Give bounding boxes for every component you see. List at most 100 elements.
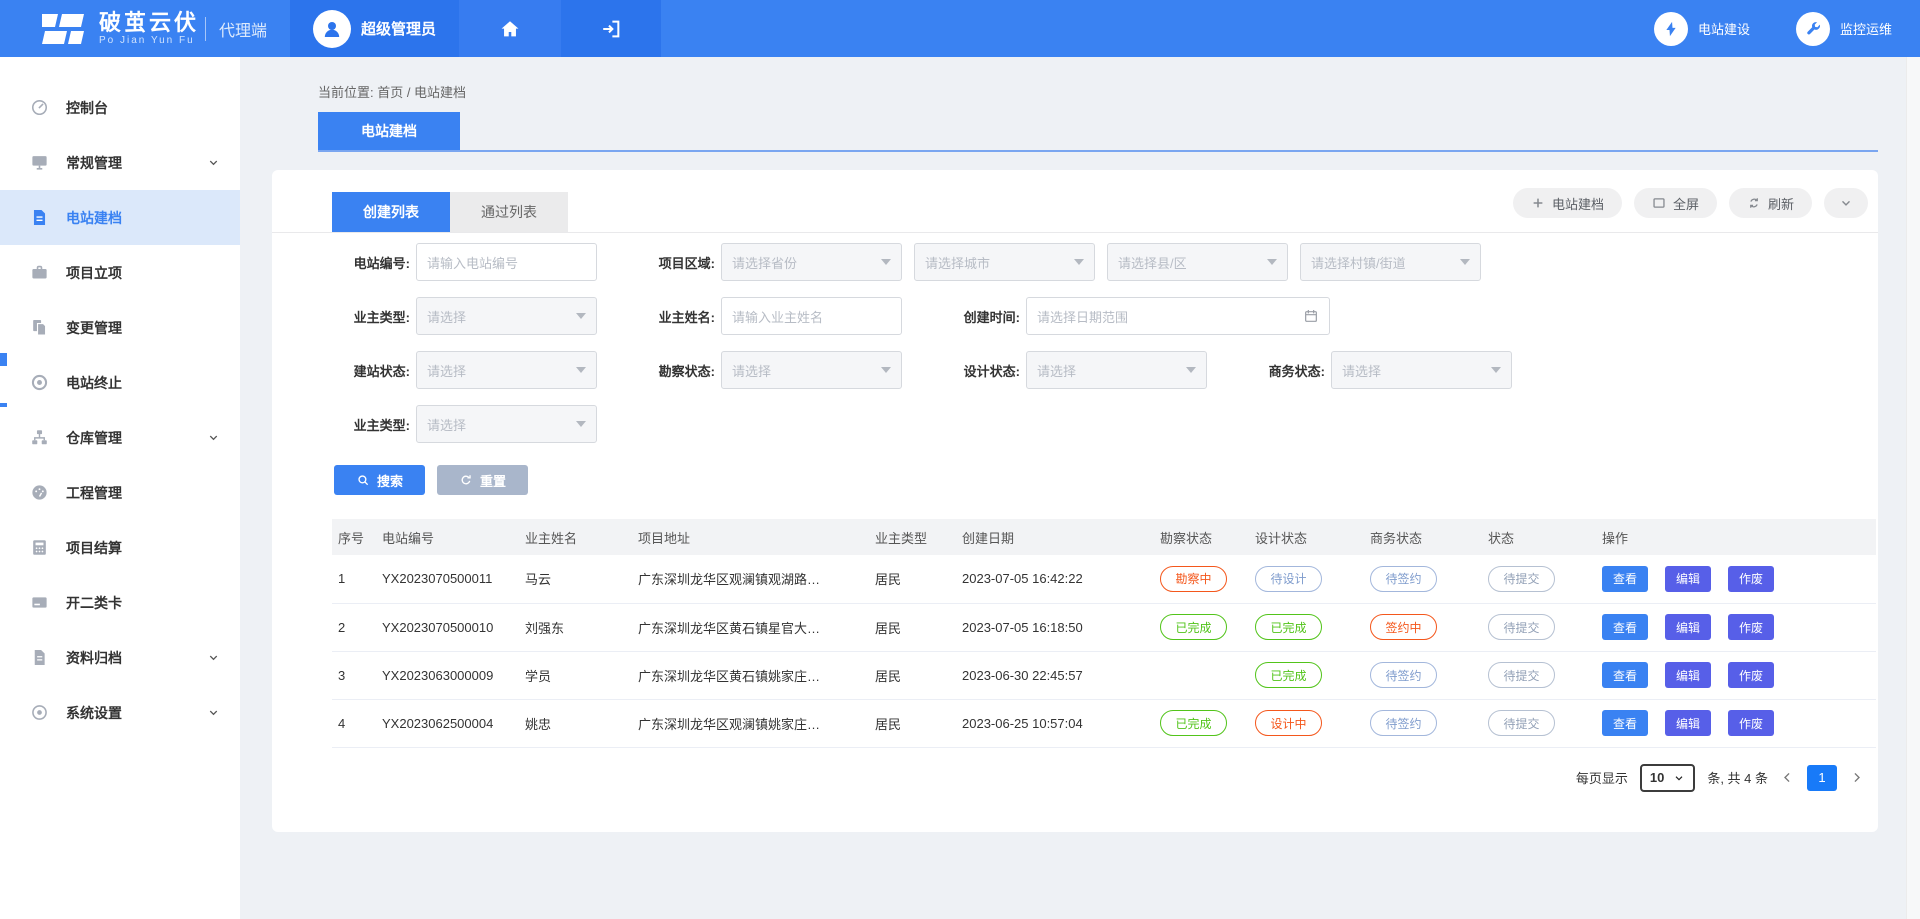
filter-select[interactable]: 请选择 xyxy=(1026,351,1207,389)
filter-field: 项目区域:请选择省份请选择城市请选择县/区请选择村镇/街道 xyxy=(637,243,1481,281)
dashboard-icon xyxy=(30,98,49,117)
sidebar-item-sitemap[interactable]: 仓库管理 xyxy=(0,410,240,465)
logo-title: 破茧云伏 xyxy=(99,11,199,35)
search-button[interactable]: 搜索 xyxy=(334,465,425,495)
sidebar-scroll-marker xyxy=(0,403,7,407)
filter-select[interactable]: 请选择 xyxy=(416,351,597,389)
cell-actions: 查看编辑作废 xyxy=(1596,651,1876,699)
filter-text-input[interactable]: 请输入电站编号 xyxy=(416,243,597,281)
column-header: 状态 xyxy=(1482,519,1596,555)
sidebar-item-monitor[interactable]: 常规管理 xyxy=(0,135,240,190)
cell-seq: 3 xyxy=(332,651,376,699)
filter-label: 业主姓名: xyxy=(637,307,715,326)
sidebar-item-label: 系统设置 xyxy=(66,703,122,723)
cell-actions: 查看编辑作废 xyxy=(1596,699,1876,747)
date-range-input[interactable]: 请选择日期范围 xyxy=(1026,297,1330,335)
breadcrumb: 当前位置: 首页 / 电站建档 xyxy=(318,82,466,101)
sidebar-item-gauge[interactable]: 工程管理 xyxy=(0,465,240,520)
prev-page-button[interactable] xyxy=(1780,770,1795,785)
chevron-right-icon xyxy=(1849,770,1864,785)
filter-select[interactable]: 请选择 xyxy=(721,351,902,389)
per-page-select[interactable]: 10 xyxy=(1640,764,1695,792)
filter-select[interactable]: 请选择省份 xyxy=(721,243,902,281)
void-button[interactable]: 作废 xyxy=(1728,662,1774,688)
sidebar-item-label: 控制台 xyxy=(66,98,108,118)
select-placeholder: 请选择 xyxy=(1342,361,1381,380)
filter-row: 业主类型:请选择业主姓名:请输入业主姓名创建时间:请选择日期范围 xyxy=(332,297,1818,335)
current-page-button[interactable]: 1 xyxy=(1807,765,1837,791)
fullscreen-button[interactable]: 全屏 xyxy=(1634,188,1717,218)
chevron-down-icon xyxy=(207,706,220,719)
app-window: 破茧云伏 Po Jian Yun Fu 代理端 超级管理员 电站建设 监控运维 控… xyxy=(0,0,1920,919)
refresh-button[interactable]: 刷新 xyxy=(1729,188,1812,218)
sidebar-item-briefcase[interactable]: 项目立项 xyxy=(0,245,240,300)
edit-button[interactable]: 编辑 xyxy=(1665,662,1711,688)
status-badge: 待提交 xyxy=(1488,614,1555,640)
filter-select[interactable]: 请选择 xyxy=(416,405,597,443)
void-button[interactable]: 作废 xyxy=(1728,614,1774,640)
quick-link-wrench[interactable]: 监控运维 xyxy=(1796,12,1892,46)
gauge-icon xyxy=(30,483,49,502)
cell-address: 广东深圳龙华区观澜镇观湖路… xyxy=(632,555,869,603)
view-button[interactable]: 查看 xyxy=(1602,614,1648,640)
filter-select[interactable]: 请选择 xyxy=(1331,351,1512,389)
filter-select[interactable]: 请选择城市 xyxy=(914,243,1095,281)
quick-link-lightning[interactable]: 电站建设 xyxy=(1654,12,1750,46)
void-button[interactable]: 作废 xyxy=(1728,710,1774,736)
region-selects: 请选择省份请选择城市请选择县/区请选择村镇/街道 xyxy=(721,243,1481,281)
tab-create-list[interactable]: 创建列表 xyxy=(332,192,450,232)
sidebar-item-copy[interactable]: 变更管理 xyxy=(0,300,240,355)
content-card: 创建列表通过列表 电站建档 全屏 刷新 xyxy=(272,170,1878,832)
cell-owner-name: 刘强东 xyxy=(519,603,632,651)
fullscreen-label: 全屏 xyxy=(1673,194,1699,213)
next-page-button[interactable] xyxy=(1849,770,1864,785)
cell-business-status: 待签约 xyxy=(1364,555,1482,603)
page-tab-station-filing[interactable]: 电站建档 xyxy=(318,112,460,150)
filter-text-input[interactable]: 请输入业主姓名 xyxy=(721,297,902,335)
create-station-label: 电站建档 xyxy=(1552,194,1604,213)
cell-owner-name: 马云 xyxy=(519,555,632,603)
logout-button[interactable] xyxy=(561,0,661,57)
cell-design-status: 已完成 xyxy=(1249,603,1364,651)
cell-created-date: 2023-06-25 10:57:04 xyxy=(956,699,1154,747)
status-badge: 待签约 xyxy=(1370,566,1437,592)
reset-button[interactable]: 重置 xyxy=(437,465,528,495)
sidebar-item-target[interactable]: 电站终止 xyxy=(0,355,240,410)
tab-passed-list[interactable]: 通过列表 xyxy=(450,192,568,232)
view-button[interactable]: 查看 xyxy=(1602,710,1648,736)
cell-created-date: 2023-06-30 22:45:57 xyxy=(956,651,1154,699)
chevron-down-icon xyxy=(207,156,220,169)
cell-address: 广东深圳龙华区黄石镇姚家庄… xyxy=(632,651,869,699)
filter-select[interactable]: 请选择村镇/街道 xyxy=(1300,243,1481,281)
row-actions: 查看编辑作废 xyxy=(1602,710,1870,736)
filter-select[interactable]: 请选择县/区 xyxy=(1107,243,1288,281)
sidebar-item-document[interactable]: 电站建档 xyxy=(0,190,240,245)
collapse-toolbar-button[interactable] xyxy=(1824,188,1868,218)
user-menu[interactable]: 超级管理员 xyxy=(290,0,459,57)
sidebar-item-card[interactable]: 开二类卡 xyxy=(0,575,240,630)
sidebar-item-archive[interactable]: 资料归档 xyxy=(0,630,240,685)
home-button[interactable] xyxy=(459,0,561,57)
table-header-row: 序号电站编号业主姓名项目地址业主类型创建日期勘察状态设计状态商务状态状态操作 xyxy=(332,519,1876,555)
edit-button[interactable]: 编辑 xyxy=(1665,614,1711,640)
edit-button[interactable]: 编辑 xyxy=(1665,566,1711,592)
view-button[interactable]: 查看 xyxy=(1602,662,1648,688)
filter-field: 业主类型:请选择 xyxy=(332,405,597,443)
edit-button[interactable]: 编辑 xyxy=(1665,710,1711,736)
copy-icon xyxy=(30,318,49,337)
sidebar-item-dashboard[interactable]: 控制台 xyxy=(0,80,240,135)
cell-status: 待提交 xyxy=(1482,603,1596,651)
sidebar-item-calculator[interactable]: 项目结算 xyxy=(0,520,240,575)
view-button[interactable]: 查看 xyxy=(1602,566,1648,592)
create-station-button[interactable]: 电站建档 xyxy=(1513,188,1622,218)
monitor-icon xyxy=(30,153,49,172)
cell-actions: 查看编辑作废 xyxy=(1596,603,1876,651)
page-scrollbar[interactable] xyxy=(1906,57,1920,919)
status-badge: 已完成 xyxy=(1255,662,1322,688)
sidebar-item-settings[interactable]: 系统设置 xyxy=(0,685,240,740)
stations-table: 序号电站编号业主姓名项目地址业主类型创建日期勘察状态设计状态商务状态状态操作 1… xyxy=(332,519,1876,748)
brand-logo: 破茧云伏 Po Jian Yun Fu 代理端 xyxy=(0,0,290,57)
filter-select[interactable]: 请选择 xyxy=(416,297,597,335)
cell-created-date: 2023-07-05 16:18:50 xyxy=(956,603,1154,651)
void-button[interactable]: 作废 xyxy=(1728,566,1774,592)
